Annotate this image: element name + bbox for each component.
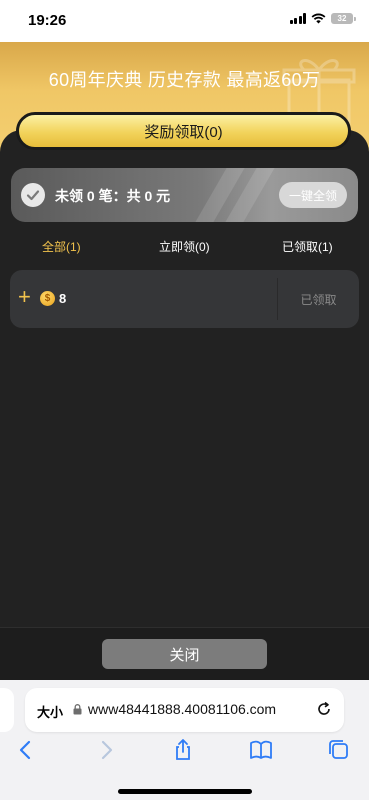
wifi-icon <box>311 13 326 24</box>
address-bar[interactable]: 大小 www48441888.40081106.com <box>25 688 344 732</box>
browser-toolbar: 大小 www48441888.40081106.com <box>0 680 369 800</box>
check-icon[interactable] <box>21 183 45 207</box>
status-time: 19:26 <box>28 12 67 29</box>
tab-claim-now[interactable]: 立即领(0) <box>159 238 210 255</box>
reload-icon[interactable] <box>316 701 332 717</box>
claim-all-button[interactable]: 一键全领 <box>279 182 347 208</box>
claim-header-label: 奖励领取(0) <box>144 123 223 141</box>
signal-icon <box>289 13 306 24</box>
banner-title: 60周年庆典 历史存款 最高返60万 <box>48 70 321 90</box>
filter-tabs: 全部(1) 立即领(0) 已领取(1) <box>0 238 369 258</box>
lock-icon <box>73 704 82 715</box>
status-icons: 32 <box>289 13 356 24</box>
footer: 关闭 <box>0 627 369 681</box>
summary-text: 未领 0 笔：共 0 元 <box>55 188 171 204</box>
reward-status: 已领取 <box>300 293 337 307</box>
status-bar: 19:26 32 <box>0 0 369 42</box>
reward-amount: 8 <box>59 291 67 306</box>
summary-card: 未领 0 笔：共 0 元 一键全领 <box>11 168 358 222</box>
back-icon[interactable] <box>14 738 38 762</box>
reward-item: + $ 8 已领取 <box>10 270 359 328</box>
home-indicator <box>118 789 252 794</box>
close-button[interactable]: 关闭 <box>102 639 267 669</box>
tabs-icon[interactable] <box>327 738 351 762</box>
bookmarks-icon[interactable] <box>249 738 273 762</box>
previous-tab-preview[interactable] <box>0 688 14 732</box>
forward-icon[interactable] <box>94 738 118 762</box>
claim-header-pill: 奖励领取(0) <box>16 112 351 150</box>
url-text[interactable]: www48441888.40081106.com <box>88 701 276 717</box>
coin-icon: $ <box>40 291 55 306</box>
battery-icon: 32 <box>331 13 356 24</box>
share-icon[interactable] <box>171 738 195 762</box>
tab-all[interactable]: 全部(1) <box>42 238 81 255</box>
text-size-button[interactable]: 大小 <box>37 702 63 721</box>
tab-claimed[interactable]: 已领取(1) <box>282 238 333 255</box>
plus-icon: + <box>18 284 31 309</box>
